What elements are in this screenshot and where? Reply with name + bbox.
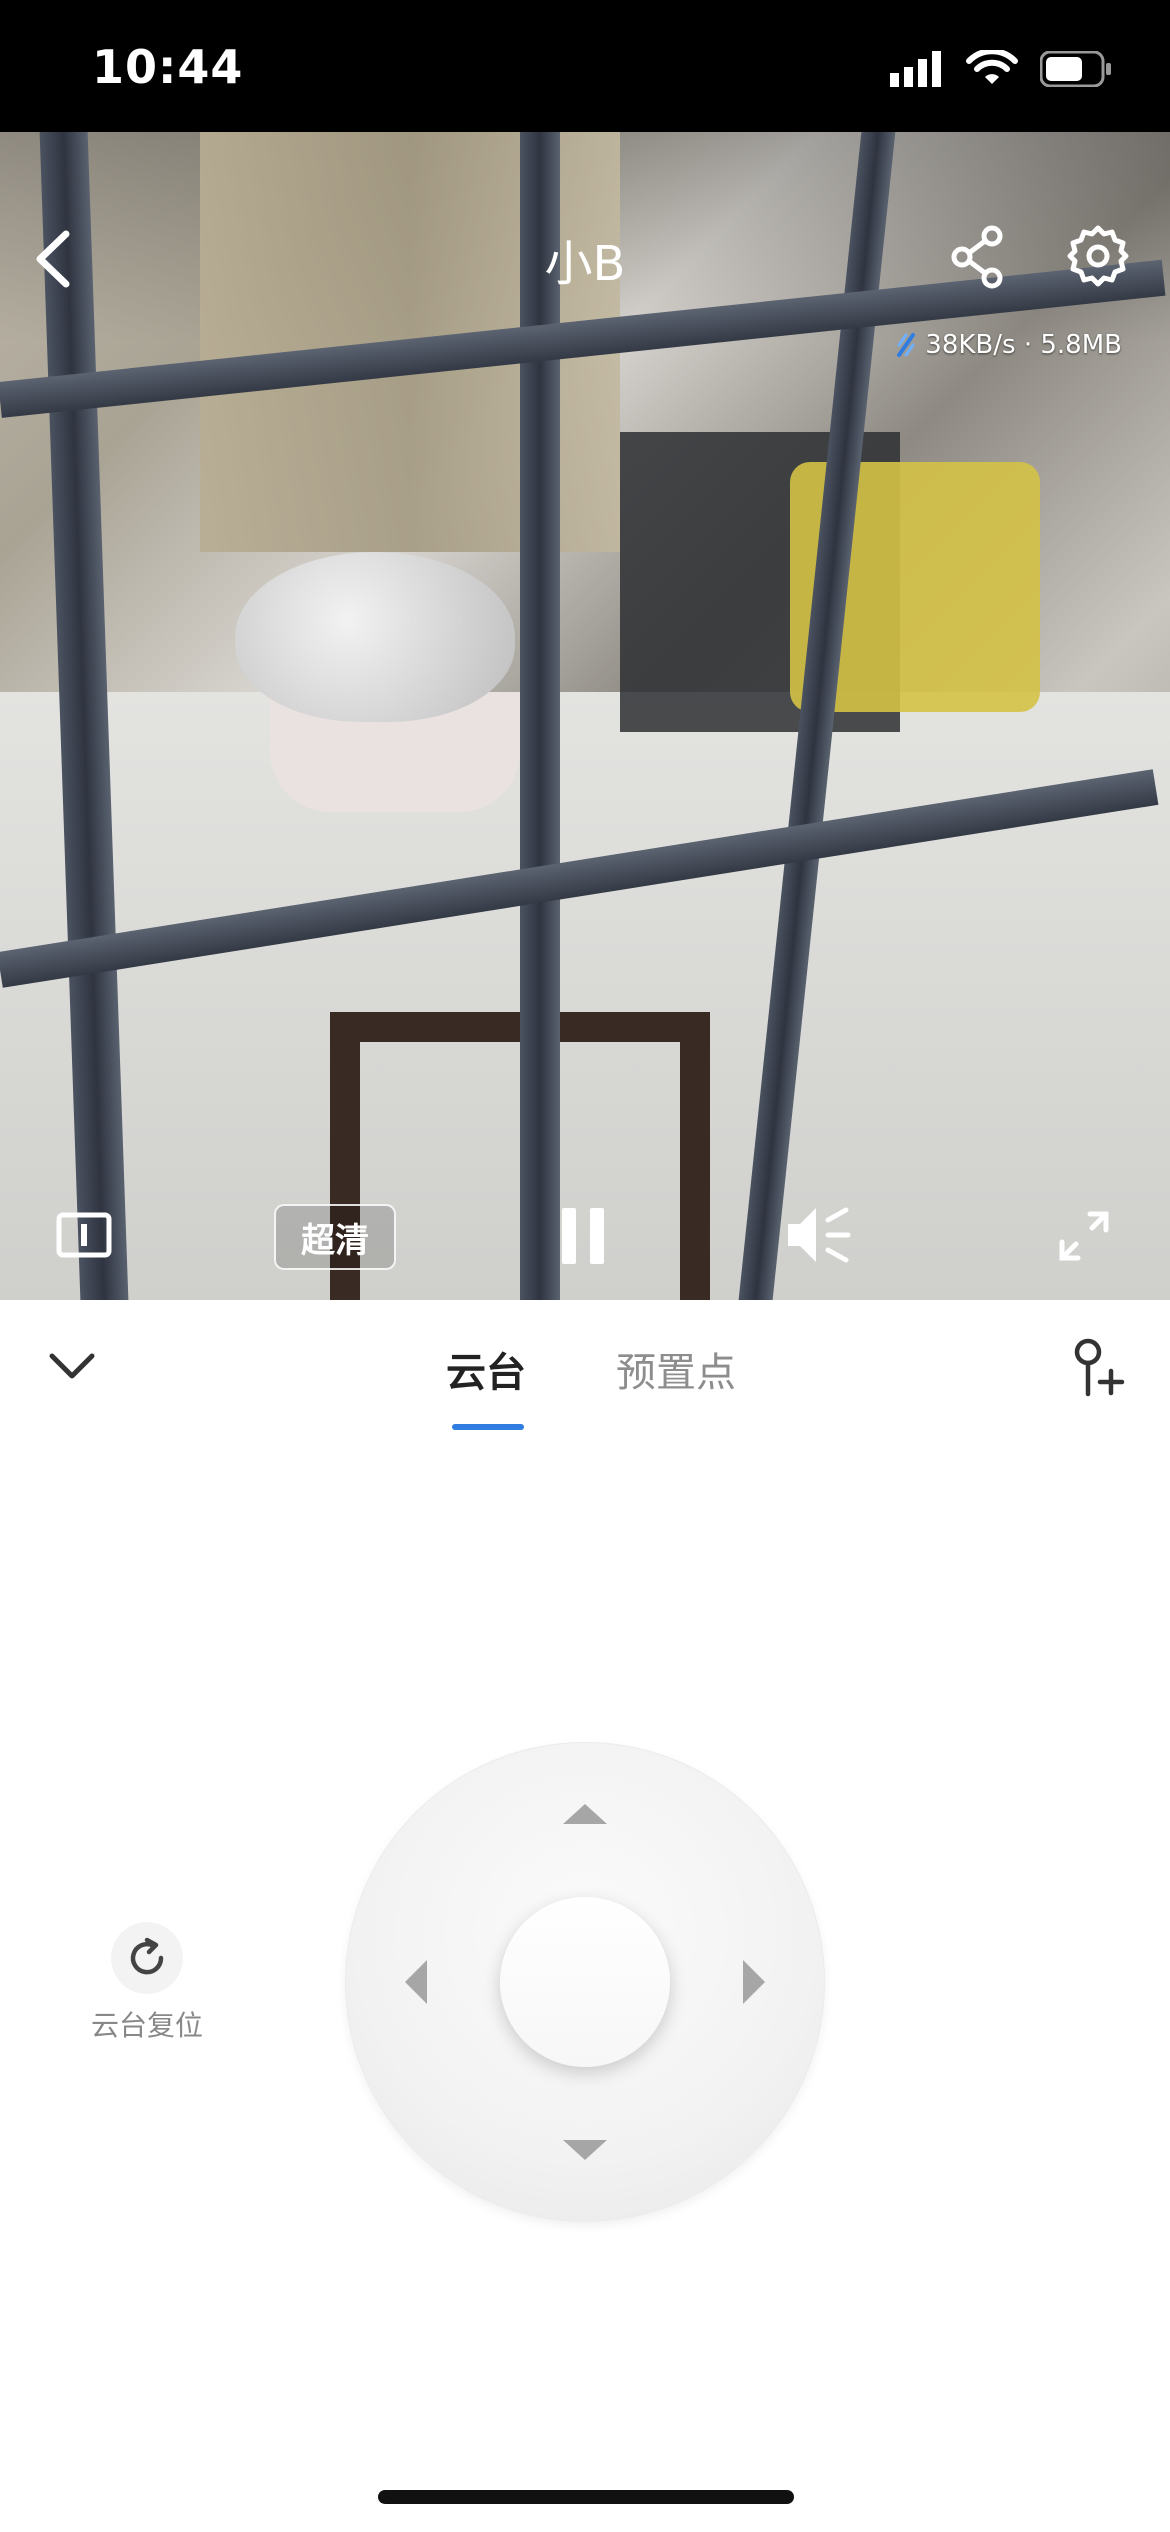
speaker-muted-icon[interactable] [786, 1204, 852, 1266]
ptz-reset-button[interactable]: 云台复位 [82, 1922, 212, 2042]
ptz-joystick[interactable] [345, 1742, 825, 2222]
video-scene-cat [235, 552, 515, 722]
video-bottom-controls: 超清 [0, 1190, 1170, 1290]
video-top-controls: 小B 38KB/s · 5.8MB [0, 132, 1170, 360]
arrow-down-icon[interactable] [563, 2140, 607, 2160]
gear-icon[interactable] [1066, 224, 1130, 288]
network-speed-text: 38KB/s · 5.8MB [925, 330, 1122, 360]
fullscreen-icon[interactable] [1058, 1210, 1110, 1262]
arrow-right-icon[interactable] [743, 1960, 765, 2004]
share-icon[interactable] [948, 224, 1008, 290]
status-icons [890, 50, 1112, 88]
ptz-reset-label: 云台复位 [90, 2009, 203, 2042]
joystick-center-knob[interactable] [500, 1897, 670, 2067]
reset-icon-wrap [111, 1922, 183, 1994]
arrow-up-icon[interactable] [563, 1804, 607, 1824]
pause-icon[interactable] [560, 1208, 606, 1264]
status-bar: 10:44 [0, 0, 1170, 132]
tab-preset-points[interactable]: 预置点 [616, 1340, 736, 1398]
cellular-signal-icon [890, 51, 941, 87]
bandwidth-icon [897, 333, 916, 357]
tab-ptz[interactable]: 云台 [446, 1340, 526, 1398]
home-indicator[interactable] [378, 2490, 794, 2504]
battery-icon [1040, 51, 1111, 87]
chevron-down-icon[interactable] [46, 1346, 98, 1386]
picture-in-picture-icon[interactable] [56, 1212, 112, 1258]
wifi-icon [966, 50, 1018, 84]
status-time: 10:44 [92, 40, 244, 94]
active-tab-indicator [452, 1424, 524, 1430]
arrow-left-icon[interactable] [405, 1960, 427, 2004]
refresh-icon [130, 1937, 164, 1975]
quality-button[interactable]: 超清 [274, 1204, 396, 1270]
control-tabbar: 云台 预置点 [0, 1300, 1170, 1430]
add-location-pin-icon[interactable] [1070, 1338, 1126, 1398]
network-speed: 38KB/s · 5.8MB [895, 330, 1122, 360]
